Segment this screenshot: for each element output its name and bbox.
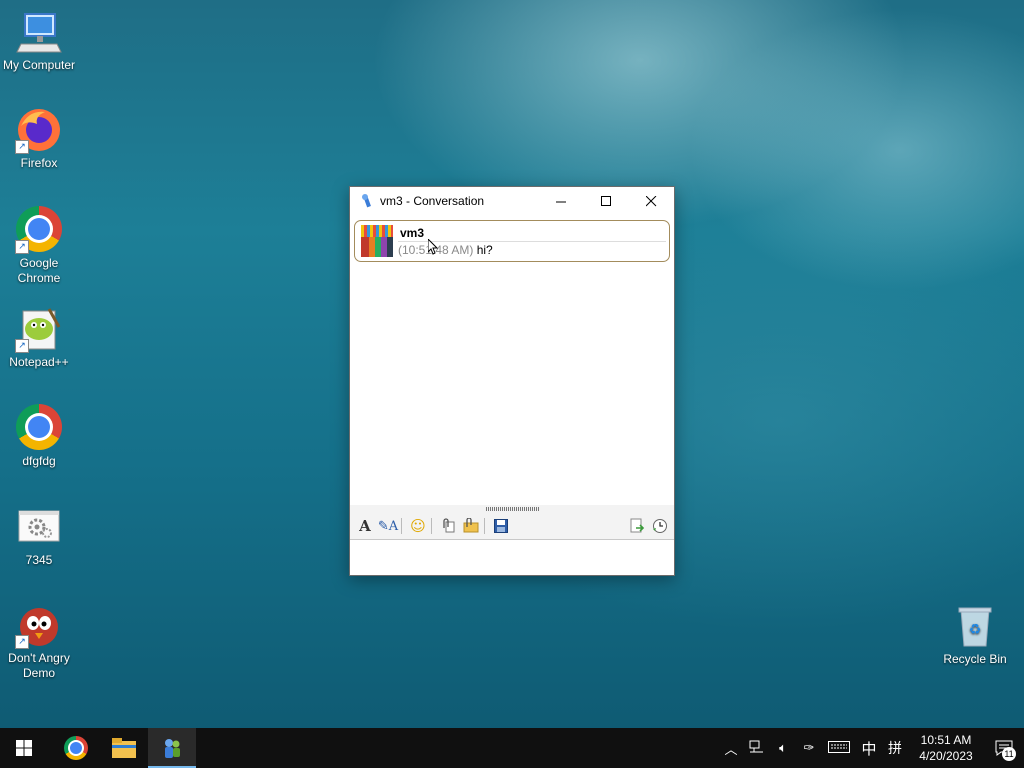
save-button[interactable] <box>491 516 511 536</box>
start-button[interactable] <box>0 728 48 768</box>
shortcut-arrow-icon: ↗ <box>15 240 29 254</box>
shortcut-arrow-icon: ↗ <box>15 339 29 353</box>
volume-button[interactable]: 🔈︎ <box>770 740 796 756</box>
message-card: vm3 (10:51:48 AM) hi? <box>354 220 670 262</box>
pen-icon: ✑ <box>803 740 815 755</box>
keyboard-icon <box>828 740 850 753</box>
chrome-icon <box>64 736 88 760</box>
conversation-window[interactable]: vm3 - Conversation vm3 (10:51:48 AM) hi?… <box>349 186 675 576</box>
chrome-icon: ↗ <box>15 206 63 254</box>
settings-file-icon <box>15 503 63 551</box>
show-hidden-icons-button[interactable]: ︿ <box>718 739 744 758</box>
message-input[interactable] <box>350 540 674 575</box>
message-sender: vm3 <box>400 226 425 240</box>
clock-time: 10:51 AM <box>920 733 972 747</box>
attach-icon <box>443 518 455 533</box>
angry-bird-icon: ↗ <box>15 601 63 649</box>
computer-icon <box>15 8 63 56</box>
format-toolbar: A ✎A ☺ <box>350 513 674 540</box>
shortcut-arrow-icon: ↗ <box>15 635 29 649</box>
conversation-history[interactable]: vm3 (10:51:48 AM) hi? <box>350 215 674 505</box>
messenger-app-icon <box>362 194 371 208</box>
message-text: hi? <box>476 243 493 257</box>
emoticon-button[interactable]: ☺ <box>408 516 428 536</box>
toolbar-separator <box>401 518 402 534</box>
desktop-icon-dont-angry-demo[interactable]: ↗ Don't Angry Demo <box>0 601 78 681</box>
taskbar-file-explorer[interactable] <box>100 728 148 768</box>
desktop-icon-7345[interactable]: 7345 <box>0 503 78 568</box>
font-icon: A <box>359 517 371 535</box>
desktop-icon-label: 7345 <box>25 553 53 567</box>
desktop-icon-label: Recycle Bin <box>943 652 1007 666</box>
clock[interactable]: 10:51 AM 4/20/2023 <box>908 732 984 764</box>
desktop-icon-label: Firefox <box>20 156 58 170</box>
system-tray: ︿ 🔈︎ ✑ 中 拼 10:51 AM 4/20/2023 11 <box>718 728 1024 768</box>
pane-splitter[interactable] <box>350 505 674 513</box>
window-title: vm3 - Conversation <box>380 194 485 208</box>
notification-count-badge: 11 <box>1002 747 1016 761</box>
desktop-icon-label: My Computer <box>2 58 76 72</box>
toolbar-separator <box>484 518 485 534</box>
folder-icon <box>112 738 136 758</box>
speaker-icon: 🔈︎ <box>779 740 787 755</box>
notification-center-button[interactable]: 11 <box>984 728 1024 768</box>
window-titlebar[interactable]: vm3 - Conversation <box>350 187 674 215</box>
message-line: (10:51:48 AM) hi? <box>398 243 493 257</box>
network-icon <box>749 740 763 752</box>
taskbar: ︿ 🔈︎ ✑ 中 拼 10:51 AM 4/20/2023 11 <box>0 728 1024 768</box>
close-icon <box>646 195 657 206</box>
desktop-icon-notepad-plus-plus[interactable]: ↗ Notepad++ <box>0 305 78 370</box>
windows-logo-icon <box>16 740 32 756</box>
chevron-up-icon: ︿ <box>724 741 738 757</box>
buddy-avatar <box>361 225 393 257</box>
font-button[interactable]: A <box>355 516 375 536</box>
desktop-icon-label: Don't Angry Demo <box>8 651 70 680</box>
desktop-icon-label: Notepad++ <box>9 355 69 369</box>
desktop-icon-google-chrome[interactable]: ↗ Google Chrome <box>0 205 78 286</box>
document-arrow-icon <box>630 518 645 533</box>
history-button[interactable] <box>650 516 670 536</box>
desktop-icon-label: Google Chrome <box>17 256 61 285</box>
close-button[interactable] <box>629 187 674 215</box>
mouse-cursor-icon <box>428 239 438 255</box>
svg-text:♻: ♻ <box>969 622 982 638</box>
smiley-icon: ☺ <box>410 517 426 535</box>
taskbar-chrome[interactable] <box>52 728 100 768</box>
notepad-plus-plus-icon: ↗ <box>15 305 63 353</box>
desktop-icon-firefox[interactable]: ↗ Firefox <box>0 106 78 171</box>
text-color-button[interactable]: ✎A <box>378 516 398 536</box>
maximize-button[interactable] <box>584 187 629 215</box>
send-file-button[interactable] <box>461 516 481 536</box>
desktop-icon-my-computer[interactable]: My Computer <box>0 8 78 73</box>
clock-history-icon <box>653 519 667 533</box>
messenger-icon <box>165 739 180 758</box>
minimize-button[interactable] <box>539 187 584 215</box>
message-divider <box>398 241 666 242</box>
folder-attach-icon <box>463 518 479 533</box>
shortcut-arrow-icon: ↗ <box>15 140 29 154</box>
minimize-icon <box>556 201 566 202</box>
desktop-icon-label: dfgfdg <box>22 454 56 468</box>
ime-language-button[interactable]: 中 <box>856 738 882 759</box>
chrome-icon <box>15 404 63 452</box>
desktop-icon-recycle-bin[interactable]: ♻ Recycle Bin <box>936 602 1014 667</box>
text-color-icon: ✎A <box>377 518 399 534</box>
network-button[interactable] <box>744 740 770 757</box>
desktop-icon-dfgfdg[interactable]: dfgfdg <box>0 403 78 469</box>
message-input-area[interactable] <box>350 540 674 575</box>
save-disk-icon <box>494 519 508 533</box>
clock-date: 4/20/2023 <box>919 749 973 763</box>
taskbar-messenger[interactable] <box>148 728 196 768</box>
attach-button[interactable] <box>438 516 458 536</box>
maximize-icon <box>601 195 611 206</box>
pen-button[interactable]: ✑ <box>796 740 822 756</box>
toolbar-separator <box>431 518 432 534</box>
insert-button[interactable] <box>627 516 647 536</box>
recycle-bin-icon: ♻ <box>951 602 999 650</box>
firefox-icon: ↗ <box>15 106 63 154</box>
touch-keyboard-button[interactable] <box>822 740 856 756</box>
splitter-grip[interactable] <box>486 507 540 511</box>
ime-mode-button[interactable]: 拼 <box>882 738 908 758</box>
